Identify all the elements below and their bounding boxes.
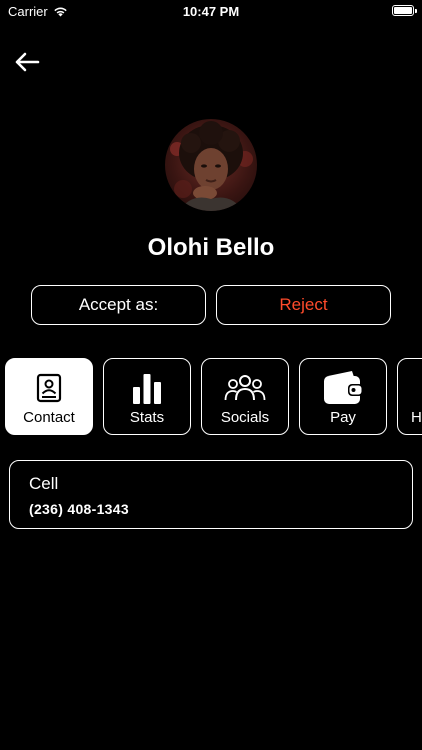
tab-contact[interactable]: Contact bbox=[5, 358, 93, 435]
tab-stats-label: Stats bbox=[129, 409, 165, 426]
tab-partial[interactable]: H bbox=[397, 358, 422, 435]
tab-socials[interactable]: Socials bbox=[201, 358, 289, 435]
accept-as-button[interactable]: Accept as: bbox=[31, 285, 206, 325]
profile-photo bbox=[165, 119, 257, 211]
reject-button[interactable]: Reject bbox=[216, 285, 391, 325]
contact-book-icon bbox=[36, 373, 62, 403]
arrow-left-icon bbox=[15, 52, 40, 72]
profile-name: Olohi Bello bbox=[147, 234, 275, 261]
tab-partial-label: H bbox=[411, 409, 422, 426]
phone-number: (236) 408-1343 bbox=[29, 501, 129, 517]
tab-socials-label: Socials bbox=[220, 409, 270, 426]
tab-contact-label: Contact bbox=[23, 409, 75, 426]
tab-stats[interactable]: Stats bbox=[103, 358, 191, 435]
back-button[interactable] bbox=[12, 48, 42, 76]
status-bar: Carrier 10:47 PM bbox=[0, 0, 422, 24]
section-tabs: Contact Stats Socials Pay H bbox=[0, 358, 422, 436]
people-icon bbox=[224, 375, 266, 401]
tab-pay[interactable]: Pay bbox=[299, 358, 387, 435]
battery-icon bbox=[392, 5, 417, 16]
wallet-icon bbox=[324, 371, 363, 404]
status-time: 10:47 PM bbox=[182, 4, 240, 19]
avatar bbox=[165, 119, 257, 211]
phone-label: Cell bbox=[29, 474, 59, 493]
bar-chart-icon bbox=[133, 374, 161, 404]
tab-pay-label: Pay bbox=[330, 409, 356, 426]
contact-card[interactable]: Cell (236) 408-1343 bbox=[9, 460, 413, 529]
